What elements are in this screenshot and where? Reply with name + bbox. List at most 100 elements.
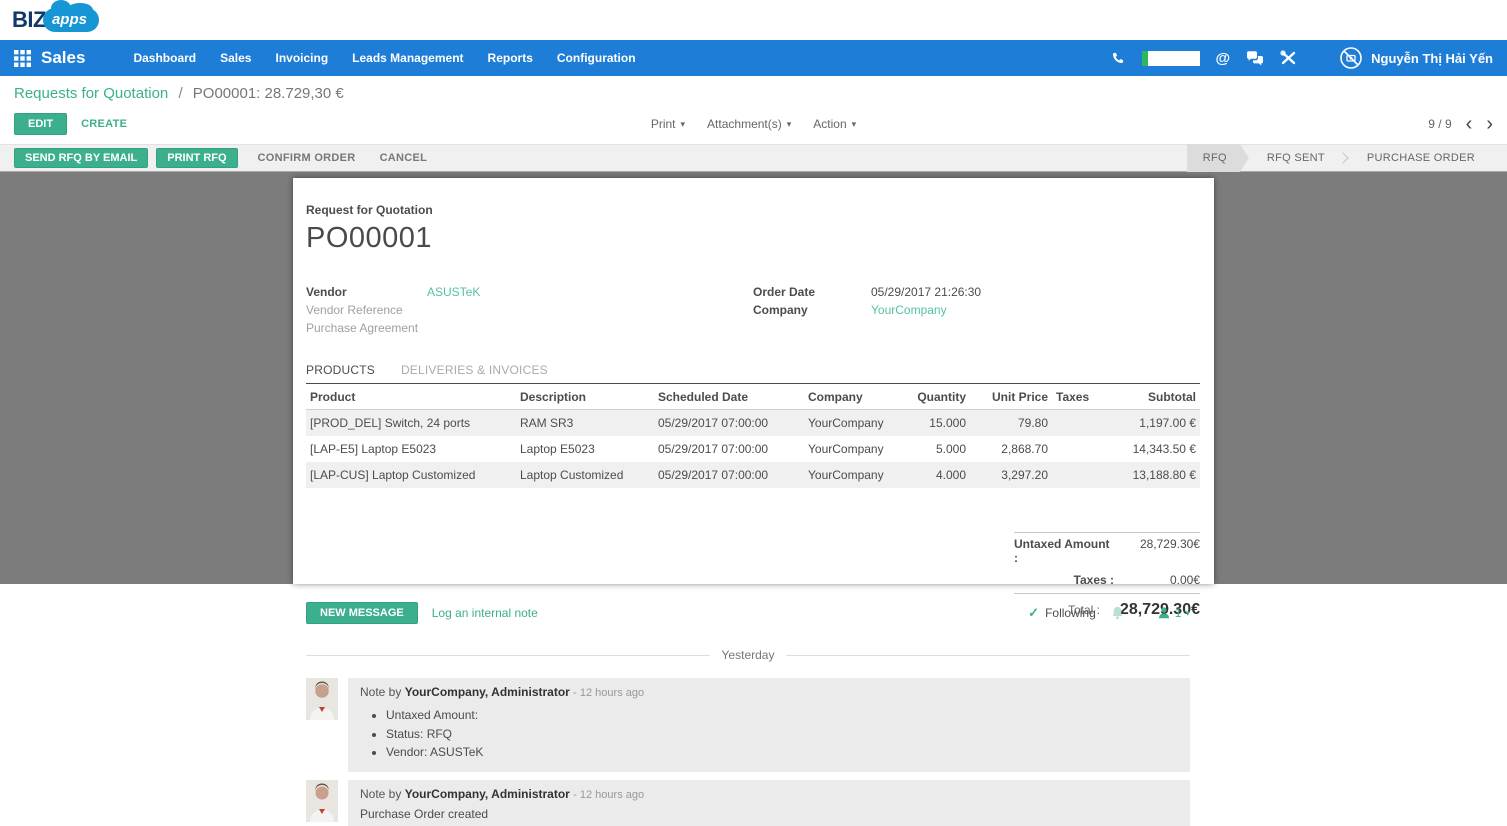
create-button[interactable]: CREATE (81, 118, 127, 130)
day-divider-label: Yesterday (710, 648, 787, 662)
table-row[interactable]: [LAP-E5] Laptop E5023 Laptop E5023 05/29… (306, 436, 1200, 462)
form-canvas: Request for Quotation PO00001 Vendor ASU… (0, 172, 1507, 584)
bizapps-logo[interactable]: BIZ apps (12, 7, 99, 33)
pager-next-icon[interactable]: › (1486, 116, 1493, 132)
cell-company: YourCompany (804, 436, 908, 462)
bell-icon[interactable] (1110, 605, 1125, 621)
state-rfq[interactable]: RFQ (1187, 144, 1249, 172)
cell-quantity: 4.000 (908, 462, 970, 488)
company-label: Company (753, 303, 871, 317)
message-timestamp: - 12 hours ago (573, 687, 644, 699)
control-panel-buttons: EDIT CREATE Print ▾ Attachment(s) ▾ Acti… (14, 111, 1493, 137)
followers-count: 1 (1175, 606, 1182, 620)
nav-item-sales[interactable]: Sales (208, 40, 263, 76)
cell-scheduled-date: 05/29/2017 07:00:00 (654, 462, 804, 488)
developer-tools-icon[interactable] (1280, 50, 1297, 66)
col-scheduled-date: Scheduled Date (654, 384, 804, 410)
logo-biz-text: BIZ (12, 7, 46, 33)
chevron-down-icon: ▾ (1185, 608, 1190, 619)
table-header-row: Product Description Scheduled Date Compa… (306, 384, 1200, 410)
breadcrumb-separator: / (178, 85, 182, 102)
log-internal-note-link[interactable]: Log an internal note (432, 606, 538, 620)
new-message-button[interactable]: NEW MESSAGE (306, 602, 418, 624)
cell-subtotal: 13,188.80 € (1102, 462, 1200, 488)
tab-deliveries-invoices[interactable]: DELIVERIES & INVOICES (401, 363, 548, 383)
edit-button[interactable]: EDIT (14, 113, 67, 135)
chatter-follow-controls: ✓ Following 1 ▾ (1028, 605, 1190, 621)
state-purchase-order[interactable]: PURCHASE ORDER (1349, 144, 1493, 172)
cell-taxes (1052, 410, 1102, 437)
table-row[interactable]: [LAP-CUS] Laptop Customized Laptop Custo… (306, 462, 1200, 488)
attachments-dropdown[interactable]: Attachment(s) ▾ (707, 117, 791, 131)
cell-quantity: 15.000 (908, 410, 970, 437)
control-panel: Requests for Quotation / PO00001: 28.729… (0, 76, 1507, 137)
cancel-button[interactable]: CANCEL (368, 149, 440, 167)
apps-grid-icon[interactable] (14, 50, 31, 67)
notebook-tabs: PRODUCTS DELIVERIES & INVOICES (306, 363, 1200, 383)
cell-taxes (1052, 462, 1102, 488)
pager-previous-icon[interactable]: ‹ (1466, 116, 1473, 132)
following-toggle[interactable]: Following (1045, 606, 1096, 620)
tab-products[interactable]: PRODUCTS (306, 363, 375, 383)
col-company: Company (804, 384, 908, 410)
col-unit-price: Unit Price (970, 384, 1052, 410)
message-author[interactable]: YourCompany, Administrator (405, 787, 570, 801)
col-description: Description (516, 384, 654, 410)
cell-scheduled-date: 05/29/2017 07:00:00 (654, 410, 804, 437)
nav-item-leads-management[interactable]: Leads Management (340, 40, 475, 76)
timesheet-timer-widget[interactable] (1142, 51, 1200, 66)
document-number: PO00001 (306, 222, 1200, 255)
message-author[interactable]: YourCompany, Administrator (405, 685, 570, 699)
nav-item-reports[interactable]: Reports (476, 40, 545, 76)
person-icon (1157, 606, 1171, 620)
send-rfq-by-email-button[interactable]: SEND RFQ BY EMAIL (14, 148, 148, 168)
nav-item-dashboard[interactable]: Dashboard (121, 40, 208, 76)
taxes-label: Taxes : (1074, 573, 1114, 587)
message-body: Purchase Order created (360, 807, 1178, 821)
message-tracking-list: Untaxed Amount: Status: RFQ Vendor: ASUS… (386, 706, 1178, 762)
action-dropdown-label: Action (813, 117, 846, 131)
cell-subtotal: 1,197.00 € (1102, 410, 1200, 437)
logo-apps-text: apps (52, 11, 87, 28)
followers-dropdown[interactable]: 1 ▾ (1157, 606, 1190, 620)
tracking-item: Untaxed Amount: (386, 706, 1178, 725)
divider-line (306, 655, 710, 656)
vendor-field: Vendor ASUSTeK (306, 283, 753, 301)
nav-item-configuration[interactable]: Configuration (545, 40, 648, 76)
chevron-down-icon: ▾ (681, 119, 686, 130)
document-type-label: Request for Quotation (306, 203, 1200, 217)
statusbar: SEND RFQ BY EMAIL PRINT RFQ CONFIRM ORDE… (0, 144, 1507, 172)
print-rfq-button[interactable]: PRINT RFQ (156, 148, 237, 168)
cell-unit-price: 2,868.70 (970, 436, 1052, 462)
untaxed-amount-label: Untaxed Amount : (1014, 537, 1115, 565)
vendor-value-link[interactable]: ASUSTeK (427, 285, 480, 299)
table-row[interactable]: [PROD_DEL] Switch, 24 ports RAM SR3 05/2… (306, 410, 1200, 437)
user-menu[interactable]: Nguyễn Thị Hải Yến (1339, 46, 1493, 70)
pager-count: 9 / 9 (1428, 117, 1451, 131)
confirm-order-button[interactable]: CONFIRM ORDER (246, 149, 368, 167)
tracking-item: Vendor: ASUSTeK (386, 743, 1178, 762)
untaxed-amount-row: Untaxed Amount : 28,729.30€ (1014, 532, 1200, 569)
state-rfq-sent[interactable]: RFQ SENT (1249, 144, 1343, 172)
company-value-link[interactable]: YourCompany (871, 303, 947, 317)
check-icon: ✓ (1028, 605, 1039, 621)
action-dropdown[interactable]: Action ▾ (813, 117, 856, 131)
nav-item-invoicing[interactable]: Invoicing (263, 40, 340, 76)
chevron-down-icon: ▾ (787, 119, 792, 130)
current-app-name[interactable]: Sales (41, 48, 85, 68)
cell-description: RAM SR3 (516, 410, 654, 437)
print-dropdown-label: Print (651, 117, 676, 131)
main-navbar: Sales Dashboard Sales Invoicing Leads Ma… (0, 40, 1507, 76)
message-prefix: Note by (360, 787, 401, 801)
print-dropdown[interactable]: Print ▾ (651, 117, 685, 131)
cell-company: YourCompany (804, 462, 908, 488)
screen: BIZ apps Sales Dashboard Sales Invoicing… (0, 0, 1507, 826)
attachments-dropdown-label: Attachment(s) (707, 117, 782, 131)
taxes-row: Taxes : 0.00€ (1014, 569, 1200, 591)
phone-icon[interactable] (1110, 50, 1126, 66)
breadcrumb-parent-link[interactable]: Requests for Quotation (14, 85, 168, 102)
breadcrumb-current: PO00001: 28.729,30 € (193, 85, 344, 102)
message: Note by YourCompany, Administrator - 12 … (306, 780, 1190, 826)
chat-messages-icon[interactable] (1246, 51, 1264, 66)
at-mentions-icon[interactable]: @ (1216, 50, 1231, 67)
